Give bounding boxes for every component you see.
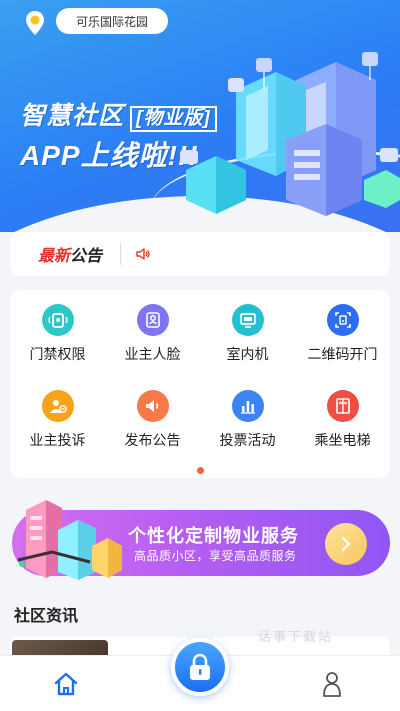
lock-icon [190,653,210,680]
unlock-button[interactable] [171,638,229,696]
grid-item-publish-notice[interactable]: 发布公告 [105,390,200,460]
location-pin-icon[interactable] [25,10,45,36]
elevator-icon [326,390,359,422]
chevron-right-icon [341,536,351,552]
hero-subtitle: APP上线啦!!! [20,140,199,171]
grid-item-door-access[interactable]: 门禁权限 [10,304,105,374]
grid-item-indoor-unit[interactable]: 室内机 [200,304,295,374]
grid-item-qr-door[interactable]: 二维码开门 [295,304,390,374]
banner-subtitle: 高品质小区，享受高品质服务 [134,549,297,563]
function-grid: 门禁权限 业主人脸 室内机 二维码开门 业主投诉 发布公告 投票活动 乘坐电梯 [10,290,390,478]
profile-tab-icon[interactable] [320,670,344,698]
vote-chart-icon [231,390,264,422]
hero-title-text: 智慧社区 [20,102,125,130]
grid-item-owner-face[interactable]: 业主人脸 [105,304,200,374]
speaker-icon [136,248,150,260]
notice-label-rest: 公告 [70,248,103,265]
location-name: 可乐国际花园 [75,14,148,29]
grid-item-label: 门禁权限 [29,346,86,362]
news-section-title: 社区资讯 [14,608,79,625]
service-banner[interactable]: 个性化定制物业服务 高品质小区，享受高品质服务 [12,500,390,580]
face-user-icon [136,304,169,336]
banner-title: 个性化定制物业服务 [128,526,299,546]
building-illustration [17,500,122,580]
indoor-unit-icon [231,304,264,336]
banner-go-button[interactable] [325,523,367,565]
notice-label-new: 最新 [38,248,71,265]
qr-door-icon [326,304,359,336]
grid-item-label: 乘坐电梯 [314,432,371,448]
hero-banner: 可乐国际花园 智慧社区 [物业版] APP上线啦!!! [0,0,400,232]
notice-bar[interactable]: 最新公告 [10,232,390,276]
door-access-icon [41,304,74,336]
smart-city-illustration [180,52,400,216]
grid-item-label: 投票活动 [219,432,276,448]
grid-item-label: 业主投诉 [29,432,86,448]
home-tab-icon[interactable] [52,670,80,698]
megaphone-icon [136,390,169,422]
grid-item-label: 室内机 [226,346,269,362]
notice-label: 最新公告 [38,242,102,266]
complaint-icon [41,390,74,422]
grid-item-vote[interactable]: 投票活动 [200,390,295,460]
notice-divider [120,243,122,265]
grid-item-elevator[interactable]: 乘坐电梯 [295,390,390,460]
grid-item-label: 二维码开门 [307,346,378,362]
page-indicator-dot [197,467,204,474]
watermark: 话事下载站 [258,629,334,644]
grid-item-label: 发布公告 [124,432,181,448]
grid-item-label: 业主人脸 [124,346,181,362]
location-selector[interactable]: 可乐国际花园 [56,8,168,34]
grid-item-complaint[interactable]: 业主投诉 [10,390,105,460]
